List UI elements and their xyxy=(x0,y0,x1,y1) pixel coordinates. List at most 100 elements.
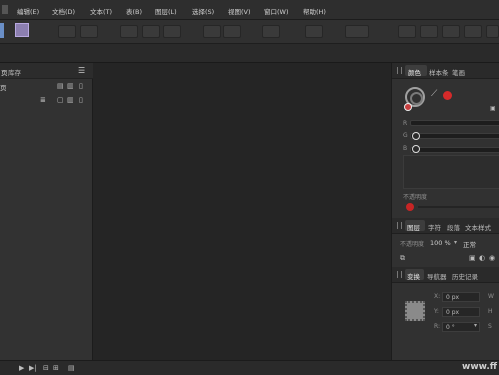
layout-icon[interactable]: ≣ xyxy=(40,97,46,104)
green-slider[interactable] xyxy=(410,133,499,139)
layer-opacity-value[interactable]: 100 % xyxy=(430,239,451,247)
tab-layers[interactable]: 图层 xyxy=(407,222,420,232)
red-slider[interactable] xyxy=(410,120,499,126)
no-fill-icon[interactable] xyxy=(404,103,412,111)
menu-help[interactable]: 帮助(H) xyxy=(303,6,326,16)
toolbar-button[interactable] xyxy=(398,25,416,38)
tab-pages[interactable]: 页 xyxy=(1,67,8,77)
spread-icon[interactable]: ⊞ xyxy=(53,365,59,372)
menu-window[interactable]: 窗口(W) xyxy=(264,6,289,16)
eyedropper-icon[interactable]: ⟋ xyxy=(431,90,437,99)
mask-icon[interactable]: ▣ xyxy=(469,255,476,262)
context-toolbar xyxy=(0,44,499,63)
slider-label-r: R xyxy=(403,120,408,127)
panel-menu-icon[interactable]: ☰ xyxy=(78,66,85,75)
menu-table[interactable]: 表(B) xyxy=(126,6,142,16)
toolbar-button[interactable] xyxy=(464,25,482,38)
pages-panel-tabs: 页 库存 ☰ xyxy=(0,63,93,79)
transform-panel-tabs: 变换 导航器 历史记录 xyxy=(392,267,499,283)
transform-r-label: R: xyxy=(434,323,441,330)
transform-y-field[interactable]: 0 px xyxy=(442,307,480,317)
stroke-color-circle[interactable] xyxy=(410,92,423,105)
slider-label-g: G xyxy=(403,132,408,139)
opacity-slider-knob[interactable] xyxy=(406,203,414,211)
tab-stroke[interactable]: 笔画 xyxy=(452,67,465,77)
menu-text[interactable]: 文本(T) xyxy=(90,6,112,16)
drag-handle-icon[interactable] xyxy=(397,67,402,74)
menu-document[interactable]: 文档(D) xyxy=(52,6,75,16)
toolbar-button[interactable] xyxy=(223,25,241,38)
document-canvas[interactable] xyxy=(93,63,391,360)
tab-stock[interactable]: 库存 xyxy=(8,67,21,77)
tab-character[interactable]: 字符 xyxy=(428,222,441,232)
tab-navigator[interactable]: 导航器 xyxy=(427,271,447,281)
green-slider-knob[interactable] xyxy=(412,132,420,140)
add-page-icon[interactable]: ▢ xyxy=(57,97,64,104)
duplicate-page-icon[interactable]: ▥ xyxy=(67,97,74,104)
transform-h-label: H xyxy=(488,308,493,315)
persona-icon[interactable] xyxy=(0,23,4,38)
drag-handle-icon[interactable] xyxy=(397,222,402,229)
toolbar-button[interactable] xyxy=(420,25,438,38)
toolbar-button[interactable] xyxy=(58,25,76,38)
snapping-button[interactable] xyxy=(345,25,369,38)
play-icon[interactable]: ▶ xyxy=(19,365,24,372)
slider-label-b: B xyxy=(403,145,408,152)
tab-paragraph[interactable]: 段落 xyxy=(447,222,460,232)
master-pages-label: 页 xyxy=(0,84,7,92)
toolbar-button[interactable] xyxy=(486,25,499,38)
effects-icon[interactable]: ◉ xyxy=(489,255,495,262)
toolbar-button[interactable] xyxy=(442,25,460,38)
blue-slider[interactable] xyxy=(410,147,499,153)
skip-end-icon[interactable]: ▶| xyxy=(29,365,37,372)
blend-mode-select[interactable]: 正常 xyxy=(463,239,476,249)
menu-bar: 编辑(E) 文档(D) 文本(T) 表(B) 图层(L) 选择(S) 视图(V)… xyxy=(0,0,499,20)
transform-w-label: W xyxy=(488,293,494,300)
toolbar-button[interactable] xyxy=(262,25,280,38)
chevron-down-icon[interactable]: ▾ xyxy=(454,239,457,246)
blue-slider-knob[interactable] xyxy=(412,145,420,153)
delete-page-icon[interactable]: ▯ xyxy=(79,97,83,104)
layer-options-icon[interactable]: ⧉ xyxy=(400,255,405,262)
preview-icon[interactable]: ⊟ xyxy=(43,365,49,372)
color-preview-area xyxy=(403,155,499,189)
layer-panel-tabs: 图层 字符 段落 文本样式 xyxy=(392,218,499,234)
menu-view[interactable]: 视图(V) xyxy=(228,6,251,16)
page-icon[interactable]: ▤ xyxy=(68,365,75,372)
app-logo-icon xyxy=(2,5,8,14)
anchor-point-selector[interactable] xyxy=(405,301,425,321)
lock-icon[interactable]: ▣ xyxy=(490,105,496,112)
transform-x-label: X: xyxy=(434,293,441,300)
toolbar-button[interactable] xyxy=(142,25,160,38)
transform-y-label: Y: xyxy=(434,308,439,315)
adjustment-icon[interactable]: ◐ xyxy=(479,255,485,262)
toolbar-button[interactable] xyxy=(163,25,181,38)
current-color-swatch[interactable] xyxy=(443,91,452,100)
tab-swatches[interactable]: 样本条 xyxy=(429,67,449,77)
toolbar-button[interactable] xyxy=(80,25,98,38)
tab-history[interactable]: 历史记录 xyxy=(452,271,478,281)
tab-text-styles[interactable]: 文本样式 xyxy=(465,222,491,232)
pages-panel: 页 库存 ☰ 页 ▤ ▥ ▯ ≣ ▢ ▥ ▯ xyxy=(0,63,93,360)
tab-transform[interactable]: 变换 xyxy=(407,271,420,281)
color-panel-tabs: 颜色 样本条 笔画 xyxy=(392,63,499,79)
delete-page-icon[interactable]: ▯ xyxy=(79,83,83,90)
opacity-label: 不透明度 xyxy=(403,194,428,201)
pixel-persona-icon[interactable] xyxy=(15,23,29,37)
drag-handle-icon[interactable] xyxy=(397,271,402,278)
toolbar-button[interactable] xyxy=(120,25,138,38)
menu-edit[interactable]: 编辑(E) xyxy=(17,6,39,16)
opacity-slider[interactable] xyxy=(418,206,499,208)
chevron-down-icon[interactable]: ▾ xyxy=(474,322,477,329)
toolbar xyxy=(0,20,499,44)
menu-select[interactable]: 选择(S) xyxy=(192,6,214,16)
transform-x-field[interactable]: 0 px xyxy=(442,292,480,302)
toolbar-button[interactable] xyxy=(305,25,323,38)
duplicate-page-icon[interactable]: ▥ xyxy=(67,83,74,90)
tab-color[interactable]: 颜色 xyxy=(408,67,421,77)
menu-layer[interactable]: 图层(L) xyxy=(155,6,177,16)
layer-opacity-label: 不透明度 xyxy=(400,241,425,248)
add-page-icon[interactable]: ▤ xyxy=(57,83,64,90)
transform-s-label: S xyxy=(488,323,492,330)
toolbar-button[interactable] xyxy=(203,25,221,38)
